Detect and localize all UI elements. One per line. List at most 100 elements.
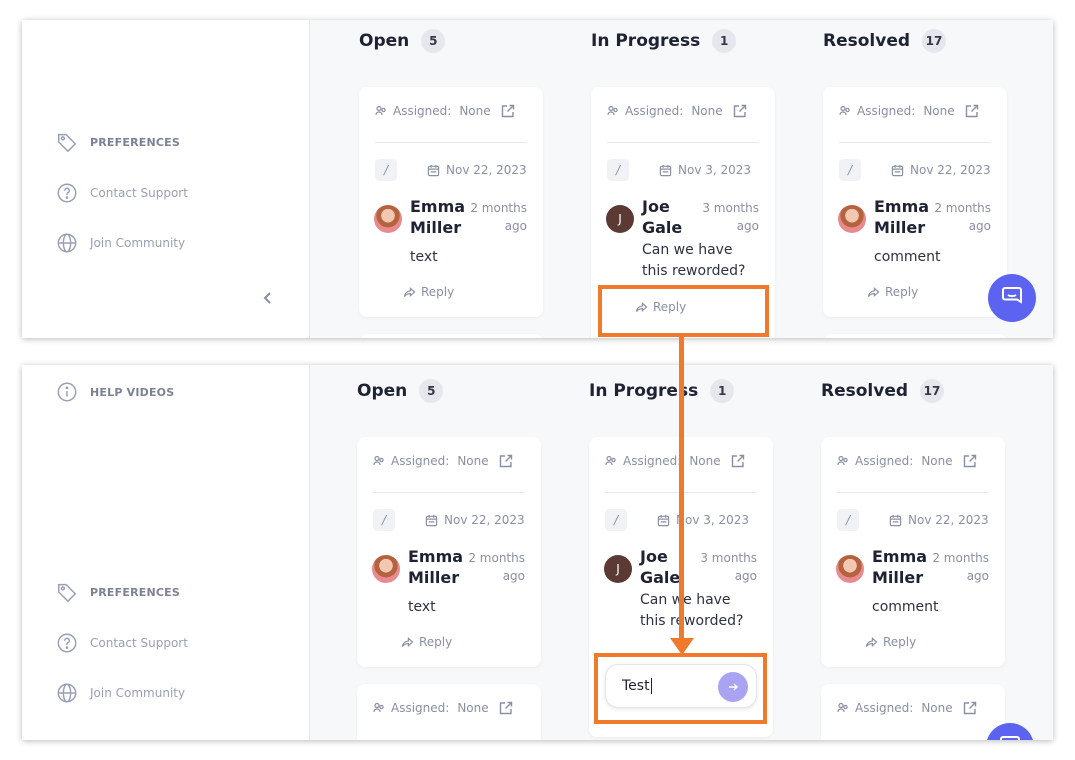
tag-slash-button[interactable]: / (837, 509, 859, 531)
comment-time-ago: 2 months ago (934, 201, 991, 233)
highlight-reply-button (598, 285, 769, 337)
nav-join-community-label: Join Community (90, 686, 186, 700)
ticket-card-open-2[interactable] (359, 334, 543, 338)
ticket-card-resolved[interactable]: Assigned: None / Nov 22, 2023 Emma Mille… (823, 87, 1007, 317)
external-link-icon[interactable] (498, 453, 514, 469)
nav-join-community[interactable]: Join Community (56, 232, 185, 254)
reply-button[interactable]: Reply (403, 285, 454, 299)
assigned-label: Assigned: (391, 701, 450, 715)
assignee-row: Assigned: None (373, 700, 525, 716)
divider (607, 142, 759, 143)
external-link-icon[interactable] (730, 453, 746, 469)
annotation-arrow-line (679, 336, 684, 642)
reply-button[interactable]: Reply (867, 285, 918, 299)
tag-slash-button[interactable]: / (839, 159, 861, 181)
avatar (372, 555, 400, 583)
assignee-row: Assigned: None (607, 103, 759, 119)
card-date: Nov 22, 2023 (446, 163, 527, 177)
assignee-icon (607, 105, 619, 117)
tutorial-composite: PREFERENCES Contact Support Join Communi… (0, 0, 1075, 760)
assignee-row: Assigned: None (839, 103, 991, 119)
assigned-value[interactable]: None (457, 701, 488, 715)
avatar: J (606, 205, 634, 233)
assigned-value[interactable]: None (689, 454, 720, 468)
globe-icon (56, 232, 78, 254)
calendar-icon (425, 514, 438, 527)
external-link-icon[interactable] (732, 103, 748, 119)
external-link-icon[interactable] (962, 453, 978, 469)
tag-slash-button[interactable]: / (607, 159, 629, 181)
assigned-value[interactable]: None (921, 454, 952, 468)
tag-icon (56, 131, 78, 153)
assignee-icon (375, 105, 387, 117)
ticket-card-resolved-2[interactable]: Assigned: None (821, 684, 1005, 740)
comment-text: text (410, 249, 438, 265)
column-count-badge: 5 (419, 379, 444, 403)
globe-icon (56, 682, 78, 704)
nav-contact-support-label: Contact Support (90, 186, 188, 200)
column-header-resolved: Resolved 17 (823, 29, 947, 53)
nav-preferences-label: PREFERENCES (90, 585, 180, 599)
card-date: Nov 22, 2023 (908, 513, 989, 527)
chat-launcher-button[interactable] (988, 274, 1036, 322)
divider (837, 492, 989, 493)
column-title: Open (359, 31, 410, 51)
assignee-row: Assigned: None (837, 700, 989, 716)
assignee-icon (605, 455, 617, 467)
assigned-value[interactable]: None (923, 104, 954, 118)
column-header-open: Open 5 (357, 379, 444, 403)
nav-join-community-label: Join Community (90, 236, 186, 250)
assignee-row: Assigned: None (375, 103, 527, 119)
assigned-value[interactable]: None (457, 454, 488, 468)
external-link-icon[interactable] (962, 700, 978, 716)
nav-contact-support[interactable]: Contact Support (56, 182, 188, 204)
reply-button[interactable]: Reply (865, 635, 916, 649)
help-circle-icon (56, 632, 78, 654)
calendar-icon (891, 164, 904, 177)
assigned-label: Assigned: (625, 104, 684, 118)
assigned-label: Assigned: (855, 454, 914, 468)
calendar-icon (657, 514, 670, 527)
assignee-icon (837, 455, 849, 467)
assignee-icon (373, 702, 385, 714)
reply-arrow-icon (401, 636, 414, 648)
nav-help-videos[interactable]: HELP VIDEOS (56, 381, 174, 403)
reply-button[interactable]: Reply (401, 635, 452, 649)
ticket-card-resolved-2[interactable] (823, 334, 1007, 338)
chat-bubble-icon (999, 734, 1021, 740)
tag-slash-button[interactable]: / (375, 159, 397, 181)
divider (373, 492, 525, 493)
reply-label: Reply (883, 635, 917, 649)
column-header-in-progress: In Progress 1 (589, 379, 735, 403)
nav-preferences[interactable]: PREFERENCES (56, 581, 180, 603)
column-count-badge: 1 (712, 29, 737, 53)
tag-slash-button[interactable]: / (373, 509, 395, 531)
column-header-open: Open 5 (359, 29, 446, 53)
ticket-card-resolved[interactable]: Assigned: None / Nov 22, 2023 Emma Mille… (821, 437, 1005, 667)
nav-preferences[interactable]: PREFERENCES (56, 131, 180, 153)
reply-label: Reply (885, 285, 919, 299)
external-link-icon[interactable] (498, 700, 514, 716)
ticket-card-open[interactable]: Assigned: None / Nov 22, 2023 Emma Mille… (359, 87, 543, 317)
assignee-row: Assigned: None (837, 453, 989, 469)
external-link-icon[interactable] (500, 103, 516, 119)
meta-row: / Nov 22, 2023 (373, 509, 525, 531)
nav-contact-support-label: Contact Support (90, 636, 188, 650)
chat-bubble-icon (1001, 285, 1023, 311)
chevron-left-icon[interactable] (262, 290, 274, 309)
column-title: Open (357, 381, 408, 401)
assigned-value[interactable]: None (459, 104, 490, 118)
nav-join-community[interactable]: Join Community (56, 682, 185, 704)
avatar (836, 555, 864, 583)
nav-contact-support[interactable]: Contact Support (56, 632, 188, 654)
assigned-value[interactable]: None (921, 701, 952, 715)
assigned-value[interactable]: None (691, 104, 722, 118)
calendar-icon (427, 164, 440, 177)
ticket-card-open-2[interactable]: Assigned: None (357, 684, 541, 740)
calendar-icon (659, 164, 672, 177)
tag-icon (56, 581, 78, 603)
ticket-card-open[interactable]: Assigned: None / Nov 22, 2023 Emma Mille… (357, 437, 541, 667)
external-link-icon[interactable] (964, 103, 980, 119)
tag-slash-button[interactable]: / (605, 509, 627, 531)
reply-arrow-icon (867, 286, 880, 298)
